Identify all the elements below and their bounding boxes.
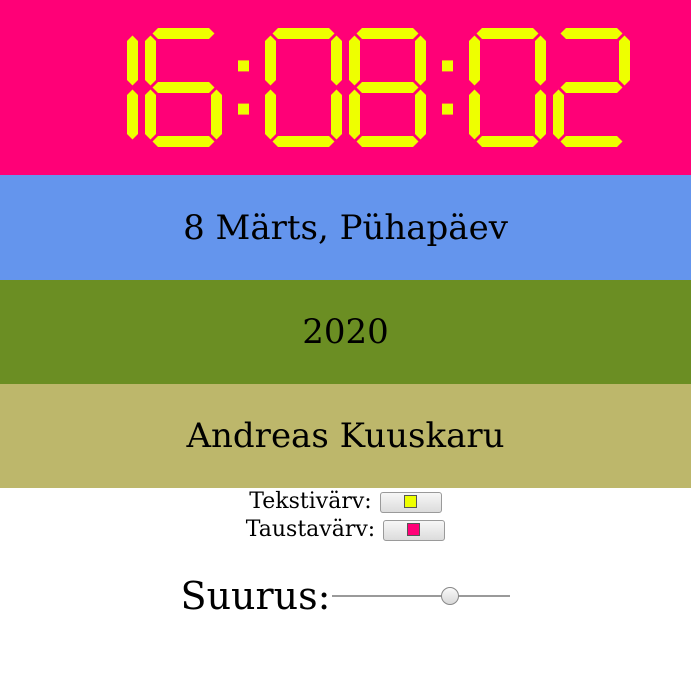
year-text: 2020 <box>302 312 389 352</box>
colon-dot-0-1 <box>238 103 249 115</box>
colon-dot-1-1 <box>442 103 453 115</box>
clock-digit-5 <box>553 28 630 147</box>
segment-e <box>469 89 480 140</box>
author-name: Andreas Kuuskaru <box>186 416 505 456</box>
text-color-swatch <box>403 495 417 508</box>
segment-d <box>272 136 335 147</box>
segment-d <box>560 136 623 147</box>
size-slider-thumb[interactable] <box>440 587 459 605</box>
clock-digit-1 <box>145 28 222 147</box>
author-band: Andreas Kuuskaru <box>0 384 691 488</box>
date-band: 8 Märts, Pühapäev <box>0 175 691 280</box>
date-text: 8 Märts, Pühapäev <box>183 207 508 248</box>
segment-a <box>272 28 335 39</box>
segment-b <box>415 35 426 86</box>
text-color-label: Tekstivärv: <box>249 489 372 514</box>
segment-e <box>145 89 156 140</box>
segment-c <box>211 89 222 140</box>
text-color-row: Tekstivärv: <box>0 488 691 516</box>
segment-d <box>356 136 419 147</box>
segment-f <box>469 35 480 86</box>
clock-digit-3 <box>349 28 426 147</box>
colon-dot-0-0 <box>238 60 249 72</box>
segment-a <box>560 28 623 39</box>
clock-display <box>0 0 691 175</box>
segment-b <box>535 35 546 86</box>
segment-c <box>331 89 342 140</box>
segment-b <box>127 35 138 86</box>
clock-digit-0 <box>127 35 138 140</box>
segment-f <box>145 35 156 86</box>
segment-c <box>415 89 426 140</box>
segment-a <box>152 28 215 39</box>
segment-g <box>152 82 215 93</box>
background-color-picker[interactable] <box>383 519 446 541</box>
segment-g <box>560 82 623 93</box>
clock-digit-4 <box>469 28 546 147</box>
segment-g <box>356 82 419 93</box>
segment-d <box>152 136 215 147</box>
segment-a <box>476 28 539 39</box>
text-color-picker[interactable] <box>379 491 442 513</box>
segment-b <box>619 35 630 86</box>
background-color-label: Taustavärv: <box>245 517 376 542</box>
segment-f <box>349 35 360 86</box>
size-label: Suurus: <box>180 574 331 618</box>
segment-d <box>476 136 539 147</box>
size-row: Suurus: <box>0 574 691 618</box>
segment-e <box>265 89 276 140</box>
segment-e <box>553 89 564 140</box>
segment-c <box>535 89 546 140</box>
segment-e <box>349 89 360 140</box>
segment-b <box>331 35 342 86</box>
segment-f <box>265 35 276 86</box>
size-slider-track <box>332 595 511 597</box>
colon-dot-1-0 <box>442 60 453 72</box>
segment-c <box>127 89 138 140</box>
digital-clock-time <box>127 28 630 147</box>
background-color-row: Taustavärv: <box>0 516 691 544</box>
settings-panel: Tekstivärv: Taustavärv: Suurus: <box>0 488 691 618</box>
segment-a <box>356 28 419 39</box>
year-band: 2020 <box>0 280 691 384</box>
clock-digit-2 <box>265 28 342 147</box>
size-slider[interactable] <box>332 585 511 607</box>
background-color-swatch <box>407 523 421 536</box>
